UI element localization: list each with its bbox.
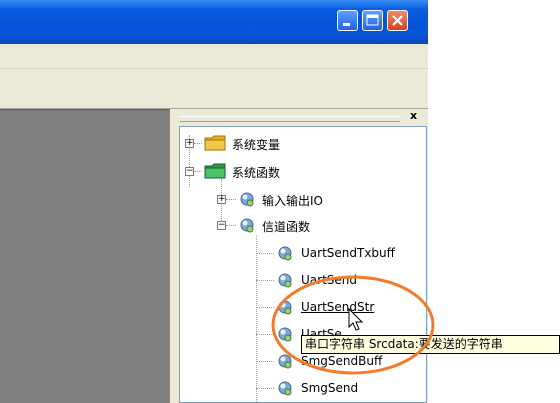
highlight-ellipse bbox=[271, 275, 435, 375]
mouse-cursor-icon bbox=[348, 308, 364, 331]
